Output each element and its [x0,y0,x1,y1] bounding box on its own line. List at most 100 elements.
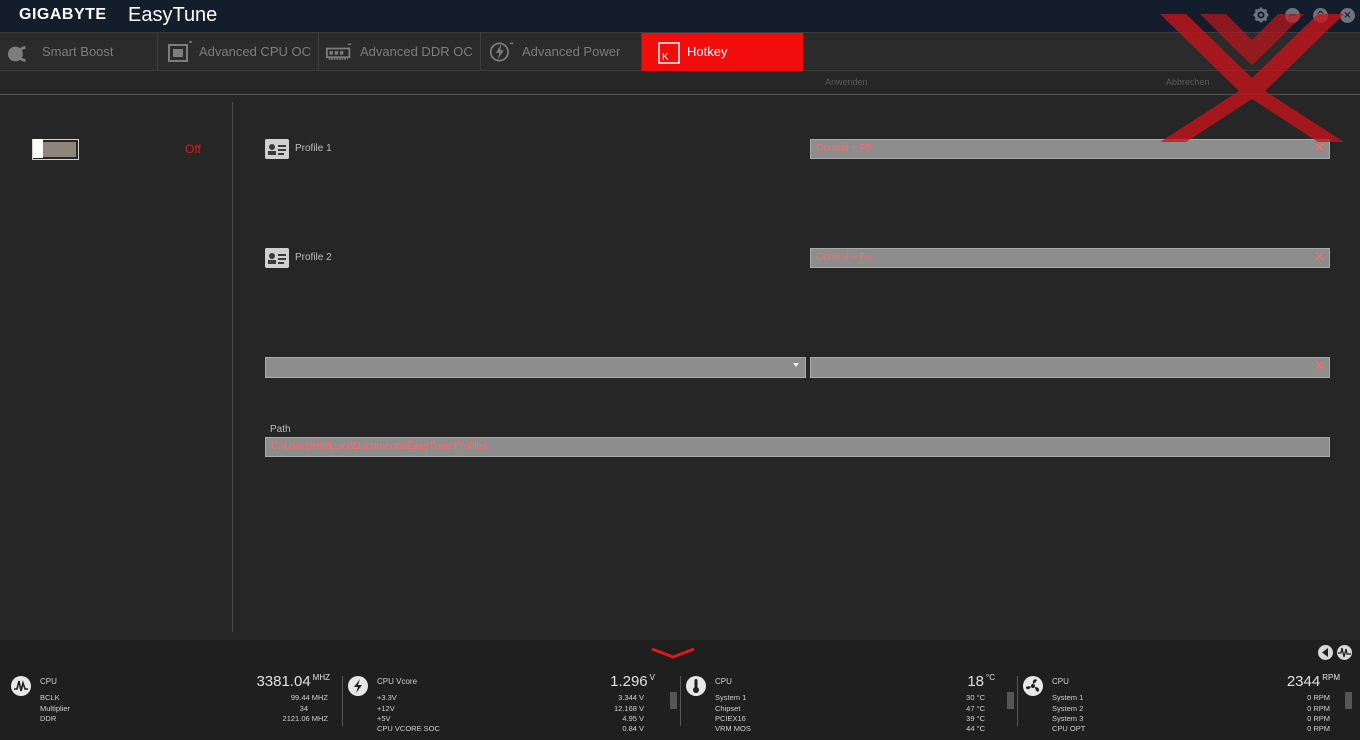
voltage-row-value: 4.95 V [622,714,644,723]
frequency-main-readout: 3381.04 MHZ [210,673,330,690]
hotkey-toggle-panel: Off [0,102,233,632]
tab-label: Advanced Power [522,44,621,59]
toggle-track [43,142,76,157]
profile-2-hotkey-input[interactable]: Control + F6 ✕ [810,248,1330,268]
brand-logo: GIGABYTE [19,6,107,23]
memory-module-icon [326,43,352,60]
lightning-icon [489,42,514,62]
temperature-row-value: 44 °C [966,724,985,733]
tab-bar: Smart Boost Advanced CPU OC Advanced DDR… [0,32,1360,71]
fan-scrollbar[interactable] [1345,692,1352,709]
profile-1-label: Profile 1 [295,143,332,154]
frequency-row-value: 2121.06 MHZ [282,714,328,723]
voltage-row-label: +5V [377,714,391,723]
temperature-row-value: 47 °C [966,704,985,713]
toggle-state-label: Off [185,142,201,156]
title-bar: GIGABYTE EasyTune − ^ × [0,0,1360,32]
monitor-separator [680,676,681,726]
tab-label: Hotkey [687,44,728,59]
temperature-title: CPU [715,677,732,686]
voltage-row-value: 12.168 V [613,704,644,713]
fan-row-value: 0 RPM [1307,693,1330,702]
profile-2-label: Profile 2 [295,252,332,263]
tab-advanced-cpu-oc[interactable]: Advanced CPU OC [158,33,319,71]
fan-row-value: 0 RPM [1307,704,1330,713]
key-k-icon: K [658,42,680,64]
profile-1-hotkey-input[interactable]: Control + F5 ✕ [810,139,1330,159]
profile-select-dropdown[interactable] [265,357,806,378]
fan-icon [1023,676,1043,696]
temperature-row-label: VRM MOS [715,724,751,733]
hotkey-value: Control + F5 [816,143,872,154]
monitor-separator [1017,676,1018,726]
clear-hotkey-icon[interactable]: ✕ [1314,250,1325,266]
temperature-row-value: 39 °C [966,714,985,723]
temperature-row-label: PCIEX16 [715,714,746,723]
smart-boost-icon [7,46,26,62]
fan-row-label: System 3 [1052,714,1084,723]
frequency-row-label: BCLK [40,693,60,702]
voltage-row-value: 0.84 V [622,724,644,733]
frequency-icon [11,676,31,696]
collapse-chevron-icon[interactable] [650,646,696,660]
fan-main-readout: 2344 RPM [1220,673,1340,690]
tab-advanced-ddr-oc[interactable]: Advanced DDR OC [319,33,481,71]
extra-profile-hotkey-input[interactable]: ✕ [810,357,1330,378]
temperature-row-label: System 1 [715,693,747,702]
temperature-row-value: 30 °C [966,693,985,702]
apply-button[interactable]: Anwenden [825,77,868,87]
voltage-scrollbar[interactable] [670,692,677,709]
frequency-row-label: DDR [40,714,57,723]
chevron-down-icon [793,363,799,367]
hotkey-toggle-switch[interactable] [32,139,79,160]
fan-row-label: System 1 [1052,693,1084,702]
temperature-row-label: Chipset [715,704,741,713]
voltage-row-label: CPU VCORE SOC [377,724,440,733]
temperature-scrollbar[interactable] [1007,692,1014,709]
fan-row-value: 0 RPM [1307,714,1330,723]
hotkey-value: Control + F6 [816,252,872,263]
fan-row-label: CPU OPT [1052,724,1086,733]
tab-label: Advanced CPU OC [199,44,311,59]
frequency-title: CPU [40,677,57,686]
fan-value: 2344 [1286,673,1321,690]
frequency-unit: MHZ [312,673,330,682]
tab-advanced-power[interactable]: Advanced Power [481,33,642,71]
frequency-value: 3381.04 [256,673,311,690]
action-bar: Anwenden Abbrechen [0,71,1360,95]
profile-card-icon [265,248,289,268]
waveform-icon[interactable] [1337,645,1352,660]
profile-card-icon [265,139,289,159]
voltage-row-label: +3.3V [377,693,397,702]
path-input[interactable]: C:\Users\HWLuxx\Documents\EasyTune\Profi… [265,437,1330,457]
tab-label: Advanced DDR OC [360,44,473,59]
frequency-row-value: 34 [299,704,308,713]
voltage-unit: V [649,673,655,682]
fan-row-label: System 2 [1052,704,1084,713]
path-value: C:\Users\HWLuxx\Documents\EasyTune\Profi… [271,441,488,452]
voltage-main-readout: 1.296 V [540,673,655,690]
clear-hotkey-icon[interactable]: ✕ [1314,359,1325,375]
fan-title: CPU [1052,677,1069,686]
toggle-knob[interactable] [33,139,43,158]
fan-row-value: 0 RPM [1307,724,1330,733]
temperature-main-readout: 18 °C [875,673,995,690]
voltage-row-label: +12V [377,704,395,713]
temperature-value: 18 [967,673,985,690]
clear-hotkey-icon[interactable]: ✕ [1314,141,1325,157]
voltage-title: CPU Vcore [377,677,418,686]
app-title: EasyTune [128,4,218,26]
temperature-unit: °C [986,673,995,682]
svg-text:K: K [662,52,669,63]
tab-hotkey[interactable]: K Hotkey [642,33,803,71]
fan-unit: RPM [1322,673,1340,682]
frequency-row-value: 99.44 MHZ [290,693,328,702]
hardware-monitor: CPU 3381.04 MHZ BCLK 99.44 MHZ Multiplier… [0,640,1360,740]
watermark-logo [1160,14,1344,142]
voltage-value: 1.296 [610,673,648,690]
scroll-left-icon[interactable] [1318,645,1333,660]
monitor-separator [342,676,343,726]
cpu-chip-icon [168,41,192,62]
frequency-row-label: Multiplier [40,704,71,713]
tab-smart-boost[interactable]: Smart Boost [0,33,158,71]
